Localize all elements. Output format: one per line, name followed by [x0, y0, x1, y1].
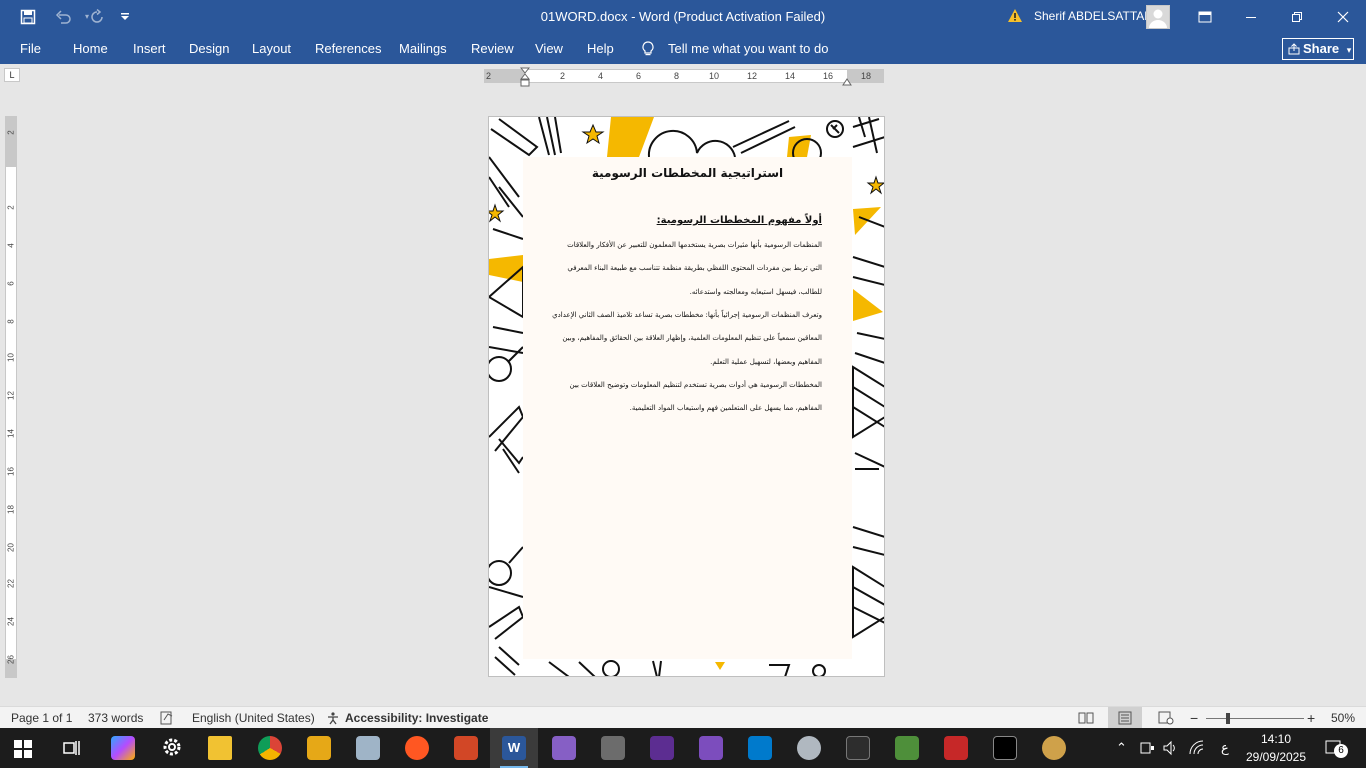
document-line: المفاهيم، مما يسهل على المتعلمين فهم واس…: [629, 404, 822, 412]
avatar[interactable]: [1146, 5, 1170, 29]
customize-toolbar-icon[interactable]: [115, 0, 135, 33]
filezilla-icon[interactable]: [944, 736, 968, 760]
accessibility-status[interactable]: Accessibility: Investigate: [345, 707, 488, 729]
tab-design[interactable]: Design: [189, 33, 229, 64]
clock-date: 29/09/2025: [1245, 750, 1307, 764]
document-line: التي تربط بين مفردات المحتوى اللفظي بطري…: [567, 264, 822, 272]
vscode-icon[interactable]: [748, 736, 772, 760]
title-bar: ▾ 01WORD.docx - Word (Product Activation…: [0, 0, 1366, 33]
windows-start-icon[interactable]: [14, 740, 32, 763]
undo-icon[interactable]: [48, 0, 80, 33]
ribbon-display-options-icon[interactable]: [1184, 0, 1226, 33]
restore-icon[interactable]: [1274, 0, 1320, 33]
word-count[interactable]: 373 words: [88, 707, 143, 729]
accessibility-icon: [326, 707, 340, 729]
tab-references[interactable]: References: [315, 33, 381, 64]
document-heading: أولاً مفهوم المخططات الرسومية:: [656, 215, 822, 226]
pen-app-icon[interactable]: [405, 736, 429, 760]
chevron-down-icon: ▾: [1346, 45, 1352, 55]
share-label: Share: [1303, 41, 1340, 56]
page-count[interactable]: Page 1 of 1: [11, 707, 72, 729]
close-icon[interactable]: [1320, 0, 1366, 33]
share-button[interactable]: Share ▾: [1282, 38, 1354, 60]
visual-studio-3-icon[interactable]: [699, 736, 723, 760]
visual-studio-icon[interactable]: [552, 736, 576, 760]
zoom-in-button[interactable]: +: [1307, 707, 1315, 729]
volume-icon[interactable]: [1162, 740, 1178, 761]
tab-layout[interactable]: Layout: [252, 33, 291, 64]
input-language[interactable]: ع: [1221, 740, 1229, 756]
word-taskbar-button[interactable]: W: [490, 728, 538, 768]
chart-app-icon[interactable]: [895, 736, 919, 760]
document-line: المفاهيم وبعضها، لتسهيل عملية التعلم.: [710, 358, 822, 366]
horizontal-ruler-area: L 2 2 4 6 8 10 12 14 16 18: [0, 64, 1366, 87]
lightbulb-icon: [641, 33, 657, 64]
tab-mailings[interactable]: Mailings: [399, 33, 447, 64]
web-layout-icon[interactable]: [1158, 707, 1174, 729]
print-layout-icon[interactable]: [1108, 707, 1142, 729]
document-line: المنظمات الرسومية بأنها مثيرات بصرية يست…: [567, 241, 822, 249]
taskbar: W ⌃ ع 14:10 29/09/2025 6: [0, 728, 1366, 768]
document-line: المخططات الرسومية هي أدوات بصرية تستخدم …: [569, 381, 822, 389]
save-icon[interactable]: [14, 0, 42, 33]
warning-icon[interactable]: [1007, 8, 1023, 24]
paint-palette-icon[interactable]: [1042, 736, 1066, 760]
image-viewer-icon[interactable]: [356, 736, 380, 760]
settings-icon[interactable]: [161, 736, 183, 763]
vertical-ruler[interactable]: 2 2 4 6 8 10 12 14 16 18 20 22 24 26: [5, 116, 17, 678]
right-indent-marker[interactable]: [842, 73, 852, 91]
device-icon[interactable]: [1139, 740, 1155, 761]
redo-icon[interactable]: [86, 0, 108, 33]
zoom-out-button[interactable]: −: [1190, 707, 1198, 729]
tab-view[interactable]: View: [535, 33, 563, 64]
terminal-icon[interactable]: [993, 736, 1017, 760]
copilot-icon[interactable]: [111, 736, 135, 760]
zoom-slider-thumb[interactable]: [1225, 713, 1230, 724]
chrome-icon[interactable]: [258, 736, 282, 760]
tools-app-icon[interactable]: [307, 736, 331, 760]
visual-studio-2-icon[interactable]: [650, 736, 674, 760]
status-bar: Page 1 of 1 373 words English (United St…: [0, 706, 1366, 729]
zoom-level[interactable]: 50%: [1331, 707, 1355, 729]
ribbon-tabs: File Home Insert Design Layout Reference…: [0, 33, 1366, 64]
file-explorer-icon[interactable]: [208, 736, 232, 760]
powerpoint-icon[interactable]: [454, 736, 478, 760]
read-mode-icon[interactable]: [1078, 707, 1094, 729]
task-view-icon[interactable]: [62, 740, 80, 761]
chevron-up-icon[interactable]: ⌃: [1116, 740, 1127, 756]
document-title: 01WORD.docx - Word (Product Activation F…: [540, 9, 826, 24]
document-title-text: استراتيجية المخططات الرسومية: [591, 166, 784, 180]
proofing-icon[interactable]: [160, 707, 174, 729]
r-studio-icon[interactable]: [846, 736, 870, 760]
tab-home[interactable]: Home: [73, 33, 108, 64]
document-line: المعاقين سمعياً على تنظيم المعلومات العل…: [562, 334, 822, 342]
document-body[interactable]: استراتيجية المخططات الرسومية أولاً مفهوم…: [523, 157, 852, 659]
language-indicator[interactable]: English (United States): [192, 707, 315, 729]
document-line: وتعرف المنظمات الرسومية إجرائياً بأنها: …: [552, 311, 822, 319]
document-line: للطالب، فيسهل استيعابه ومعالجته واستدعائ…: [689, 288, 822, 296]
tab-insert[interactable]: Insert: [133, 33, 166, 64]
user-name[interactable]: Sherif ABDELSATTAR: [1034, 0, 1153, 33]
document-page[interactable]: استراتيجية المخططات الرسومية أولاً مفهوم…: [488, 116, 885, 677]
wifi-icon[interactable]: [1189, 740, 1205, 761]
calculator-icon[interactable]: [601, 736, 625, 760]
tell-me-search[interactable]: Tell me what you want to do: [668, 33, 828, 64]
word-icon: W: [502, 736, 526, 760]
tab-review[interactable]: Review: [471, 33, 514, 64]
notifications-count: 6: [1334, 744, 1348, 758]
minimize-icon[interactable]: [1228, 0, 1274, 33]
paint-app-icon[interactable]: [797, 736, 821, 760]
clock[interactable]: 14:10 29/09/2025: [1244, 730, 1308, 766]
first-line-indent-marker[interactable]: [519, 67, 531, 92]
tab-file[interactable]: File: [20, 33, 41, 64]
word-window: ▾ 01WORD.docx - Word (Product Activation…: [0, 0, 1366, 768]
tab-selector[interactable]: L: [4, 68, 20, 82]
clock-time: 14:10: [1260, 732, 1292, 746]
notifications-icon[interactable]: 6: [1324, 738, 1348, 763]
horizontal-ruler[interactable]: 2 2 4 6 8 10 12 14 16 18: [484, 69, 884, 83]
tab-help[interactable]: Help: [587, 33, 614, 64]
zoom-slider[interactable]: [1206, 718, 1304, 719]
